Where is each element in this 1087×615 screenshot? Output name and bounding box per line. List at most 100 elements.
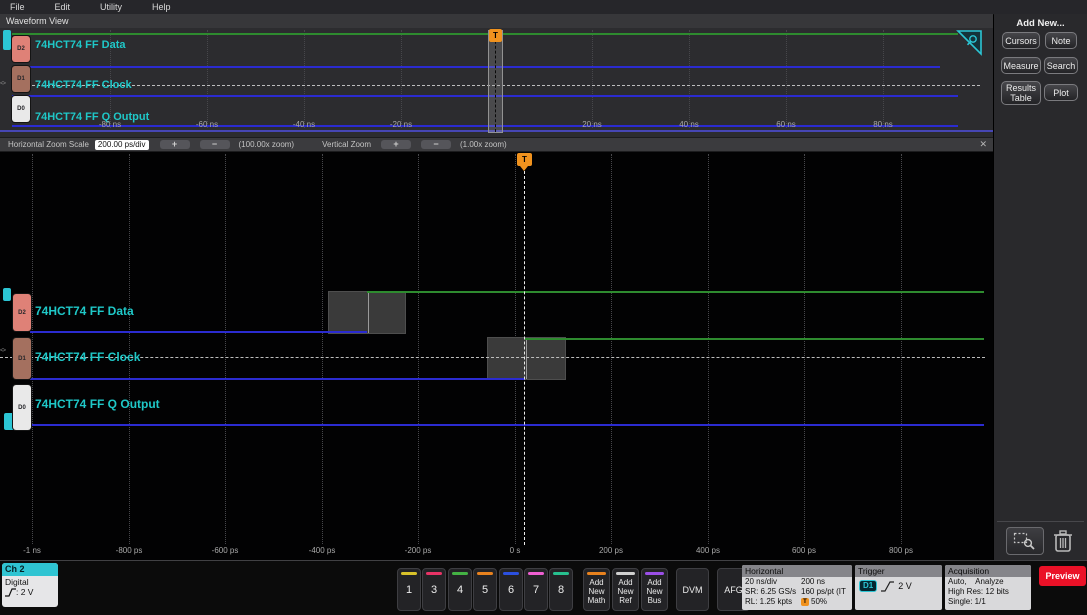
channel-label-data[interactable]: 74HCT74 FF Data	[35, 304, 134, 318]
channel-number: 7	[532, 583, 540, 596]
trash-icon[interactable]	[1051, 528, 1075, 554]
menu-help[interactable]: Help	[146, 2, 177, 12]
trigger-flag-main[interactable]: T	[517, 153, 532, 166]
axis-tick: 200 ps	[598, 546, 624, 555]
horizontal-panel[interactable]: Horizontal 20 ns/div 200 ns SR: 6.25 GS/…	[742, 565, 852, 610]
group-handle-tab[interactable]	[3, 30, 11, 50]
channel-badge-d1[interactable]: D1	[13, 338, 31, 379]
h-zoom-scale-label: Horizontal Zoom Scale	[8, 140, 89, 149]
close-zoom-icon[interactable]: ✕	[979, 139, 987, 150]
label-line: Ref	[619, 596, 632, 605]
channel-label-data[interactable]: 74HCT74 FF Data	[35, 39, 125, 51]
h-zoom-readout: (100.00x zoom)	[238, 140, 295, 149]
digital-channel-button-6[interactable]: 6	[499, 568, 523, 611]
trigger-position-line	[524, 171, 525, 545]
cursors-button[interactable]: Cursors	[1002, 32, 1040, 49]
axis-tick: 80 ns	[873, 120, 893, 129]
trigger-flag-overview[interactable]: T	[489, 29, 502, 42]
label-line: Math	[587, 596, 606, 605]
add-new-math-button[interactable]: Add New Math	[583, 568, 610, 611]
digital-channel-button-4[interactable]: 4	[448, 568, 472, 611]
h-zoom-scale-input[interactable]: 200.00 ps/div	[94, 139, 149, 150]
dvm-button[interactable]: DVM	[676, 568, 709, 611]
ch2-badge[interactable]: Ch 2 Digital : 2 V	[2, 563, 58, 607]
menu-file[interactable]: File	[4, 2, 31, 12]
axis-tick: -800 ps	[115, 546, 143, 555]
gridline	[304, 30, 305, 128]
v-zoom-plus-button[interactable]: +	[381, 140, 412, 149]
channel-badge-d2[interactable]: D2	[12, 36, 30, 62]
q-low-trace	[30, 424, 984, 426]
label-line: Bus	[647, 596, 662, 605]
sidebar-divider	[997, 521, 1084, 522]
tekscope-window: File Edit Utility Help Waveform View <> …	[0, 0, 1087, 615]
zoom-corner-icon[interactable]	[956, 30, 982, 56]
digital-channel-button-5[interactable]: 5	[473, 568, 497, 611]
gridline	[708, 154, 709, 544]
v-zoom-minus-button[interactable]: −	[421, 140, 452, 149]
add-new-bus-button[interactable]: Add New Bus	[641, 568, 668, 611]
digital-channel-button-3[interactable]: 3	[422, 568, 446, 611]
data-edge-line	[368, 292, 369, 333]
menu-edit[interactable]: Edit	[49, 2, 77, 12]
channel-label-output[interactable]: 74HCT74 FF Q Output	[35, 111, 149, 123]
gridline	[883, 30, 884, 128]
acquisition-panel[interactable]: Acquisition Auto, Analyze High Res: 12 b…	[945, 565, 1031, 610]
data-edge-uncertainty-box	[328, 291, 406, 334]
results-table-button[interactable]: Results Table	[1001, 81, 1041, 105]
axis-tick: 60 ns	[776, 120, 796, 129]
axis-tick: -80 ns	[98, 120, 122, 129]
axis-tick: -600 ps	[211, 546, 239, 555]
channel-badge-d0[interactable]: D0	[12, 96, 30, 122]
preview-button[interactable]: Preview	[1039, 566, 1086, 586]
add-new-ref-button[interactable]: Add New Ref	[612, 568, 639, 611]
acq-count: Single: 1/1	[948, 597, 986, 606]
channel-label-output[interactable]: 74HCT74 FF Q Output	[35, 397, 160, 411]
axis-tick: 600 ps	[791, 546, 817, 555]
axis-tick: 0 s	[509, 546, 521, 555]
measure-button[interactable]: Measure	[1001, 57, 1041, 74]
ch2-threshold: : 2 V	[16, 587, 34, 597]
h-record-length: RL: 1.25 kpts	[745, 597, 793, 606]
v-zoom-readout: (1.00x zoom)	[460, 140, 507, 149]
math-color-bar	[587, 572, 606, 575]
waveform-view-tab[interactable]: Waveform View	[0, 14, 993, 28]
h-zoom-minus-button[interactable]: −	[199, 140, 230, 149]
digital-channel-button-8[interactable]: 8	[549, 568, 573, 611]
channel-label-clock[interactable]: 74HCT74 FF Clock	[35, 79, 132, 91]
gridline	[804, 154, 805, 544]
data-high-trace	[367, 291, 984, 293]
data-low-trace	[12, 66, 940, 68]
axis-tick: -20 ns	[389, 120, 413, 129]
channel-badge-d2[interactable]: D2	[13, 294, 31, 331]
label-line: Add	[647, 578, 662, 587]
zoom-box-button[interactable]	[1006, 527, 1044, 555]
channel-number: 1	[405, 583, 413, 596]
plot-button[interactable]: Plot	[1044, 84, 1078, 101]
axis-tick: 40 ns	[679, 120, 699, 129]
zoom-window-center-line	[495, 31, 496, 132]
gridline	[611, 154, 612, 544]
channel-badge-d1[interactable]: D1	[12, 66, 30, 92]
channel-label-clock[interactable]: 74HCT74 FF Clock	[35, 350, 140, 364]
ch2-mode: Digital	[5, 577, 29, 587]
zoom-window-marker[interactable]	[488, 30, 503, 133]
menu-utility[interactable]: Utility	[94, 2, 128, 12]
group-handle-tab[interactable]	[3, 288, 11, 301]
axis-tick: 800 ps	[888, 546, 914, 555]
note-button[interactable]: Note	[1045, 32, 1077, 49]
h-zoom-plus-button[interactable]: +	[159, 140, 190, 149]
label-line: Add	[589, 578, 604, 587]
axis-tick: -40 ns	[292, 120, 316, 129]
zoom-detail-view: T <> D2 D1 D0 74HCT74 FF Data 74HCT74 FF…	[0, 152, 993, 560]
digital-channel-button-7[interactable]: 7	[524, 568, 548, 611]
trigger-panel[interactable]: Trigger D1 2 V	[855, 565, 942, 610]
label-line: New	[646, 587, 663, 596]
axis-tick: 20 ns	[582, 120, 602, 129]
digital-channel-button-1[interactable]: 1	[397, 568, 421, 611]
clock-edge-uncertainty-box	[487, 337, 566, 380]
trigger-title: Trigger	[855, 565, 942, 577]
channel-badge-d0[interactable]: D0	[13, 385, 31, 430]
search-button[interactable]: Search	[1044, 57, 1078, 74]
trigger-source-badge: D1	[859, 580, 878, 592]
